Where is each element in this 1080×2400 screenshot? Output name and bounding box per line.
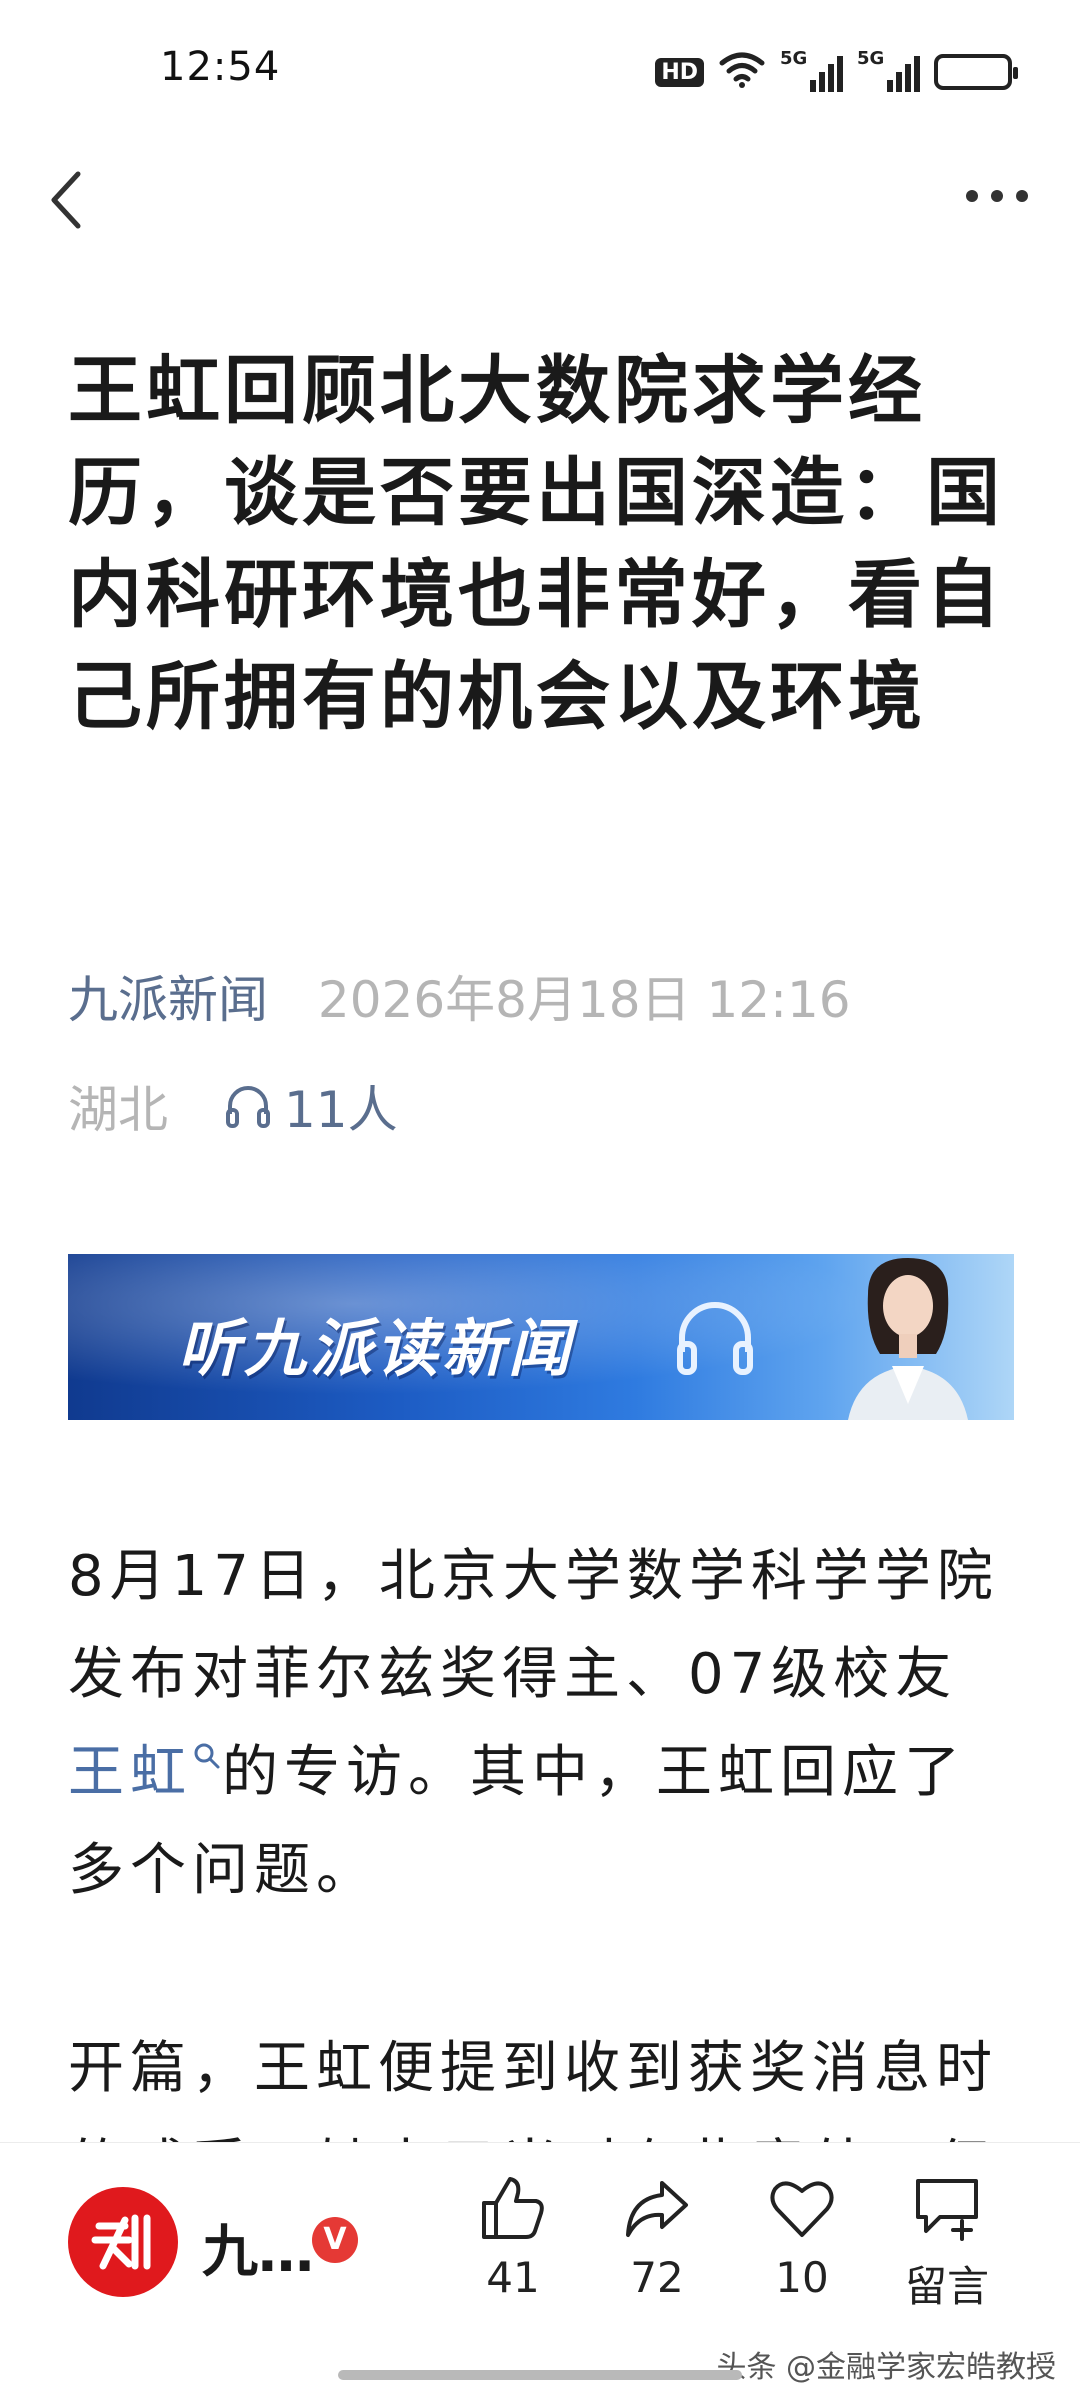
article-title: 王虹回顾北大数院求学经历，谈是否要出国深造：国内科研环境也非常好，看自己所拥有的… bbox=[68, 348, 1004, 740]
article-meta: 九派新闻 2026年8月18日 12:16 bbox=[68, 960, 851, 1032]
thumbs-up-icon bbox=[482, 2177, 544, 2239]
share-arrow-icon bbox=[626, 2181, 688, 2237]
status-bar: 12:54 HD 5G 5G bbox=[0, 0, 1080, 150]
article-paragraph-1: 8月17日，北京大学数学科学学院发布对菲尔兹奖得主、07级校友王虹 的专访。其中，… bbox=[68, 1528, 1018, 1920]
comment-add-icon bbox=[916, 2179, 978, 2241]
more-options-button[interactable] bbox=[952, 160, 1042, 230]
headphones-icon bbox=[226, 1086, 270, 1128]
headphones-icon bbox=[677, 1302, 753, 1375]
news-anchor-image bbox=[848, 1258, 968, 1420]
share-count: 72 bbox=[630, 2253, 684, 2302]
chevron-left-icon bbox=[51, 171, 81, 229]
cellular-signal-2-icon: 5G bbox=[857, 48, 920, 92]
listen-news-banner[interactable]: 听九派读新闻 bbox=[68, 1254, 1014, 1420]
article-paragraph-2: 开篇，王虹便提到收到获奖消息时的感受，她表示当时有些意外，但也很开心。 bbox=[68, 2036, 998, 2150]
article-source[interactable]: 九派新闻 bbox=[68, 971, 268, 1029]
listen-count[interactable]: 11人 bbox=[222, 1070, 398, 1142]
favorite-button[interactable]: 10 bbox=[737, 2173, 867, 2302]
share-button[interactable]: 72 bbox=[592, 2173, 722, 2302]
listen-count-text: 11人 bbox=[284, 1081, 398, 1139]
home-indicator[interactable] bbox=[338, 2370, 742, 2380]
more-dots-icon bbox=[966, 190, 1028, 202]
back-button[interactable] bbox=[38, 150, 118, 240]
jiupai-logo-icon bbox=[91, 2214, 151, 2270]
search-icon[interactable] bbox=[192, 1741, 222, 1771]
banner-text: 听九派读新闻 bbox=[178, 1312, 575, 1385]
heart-icon bbox=[770, 2181, 834, 2237]
watermark: 头条 @金融学家宏皓教授 bbox=[716, 2350, 1056, 2385]
status-icons: HD 5G 5G bbox=[655, 48, 1018, 94]
status-time: 12:54 bbox=[160, 44, 281, 90]
article-date: 2026年8月18日 12:16 bbox=[317, 971, 851, 1029]
paragraph-1-text-a: 8月17日，北京大学数学科学学院发布对菲尔兹奖得主、07级校友 bbox=[68, 1544, 999, 1707]
account-avatar[interactable] bbox=[68, 2187, 178, 2297]
person-link[interactable]: 王虹 bbox=[68, 1740, 192, 1805]
hd-voice-icon: HD bbox=[655, 57, 704, 87]
comment-label: 留言 bbox=[904, 2262, 989, 2311]
article-meta-2: 湖北 11人 bbox=[68, 1070, 398, 1142]
like-button[interactable]: 41 bbox=[448, 2173, 578, 2302]
account-name[interactable]: 九… bbox=[202, 2207, 314, 2288]
cellular-signal-1-icon: 5G bbox=[780, 48, 843, 92]
article-location: 湖北 bbox=[68, 1081, 168, 1139]
wifi-icon bbox=[718, 51, 766, 93]
comment-button[interactable]: 留言 bbox=[882, 2173, 1012, 2314]
favorite-count: 10 bbox=[775, 2253, 829, 2302]
like-count: 41 bbox=[486, 2253, 540, 2302]
battery-icon bbox=[934, 54, 1018, 90]
verified-badge: V bbox=[312, 2217, 358, 2263]
